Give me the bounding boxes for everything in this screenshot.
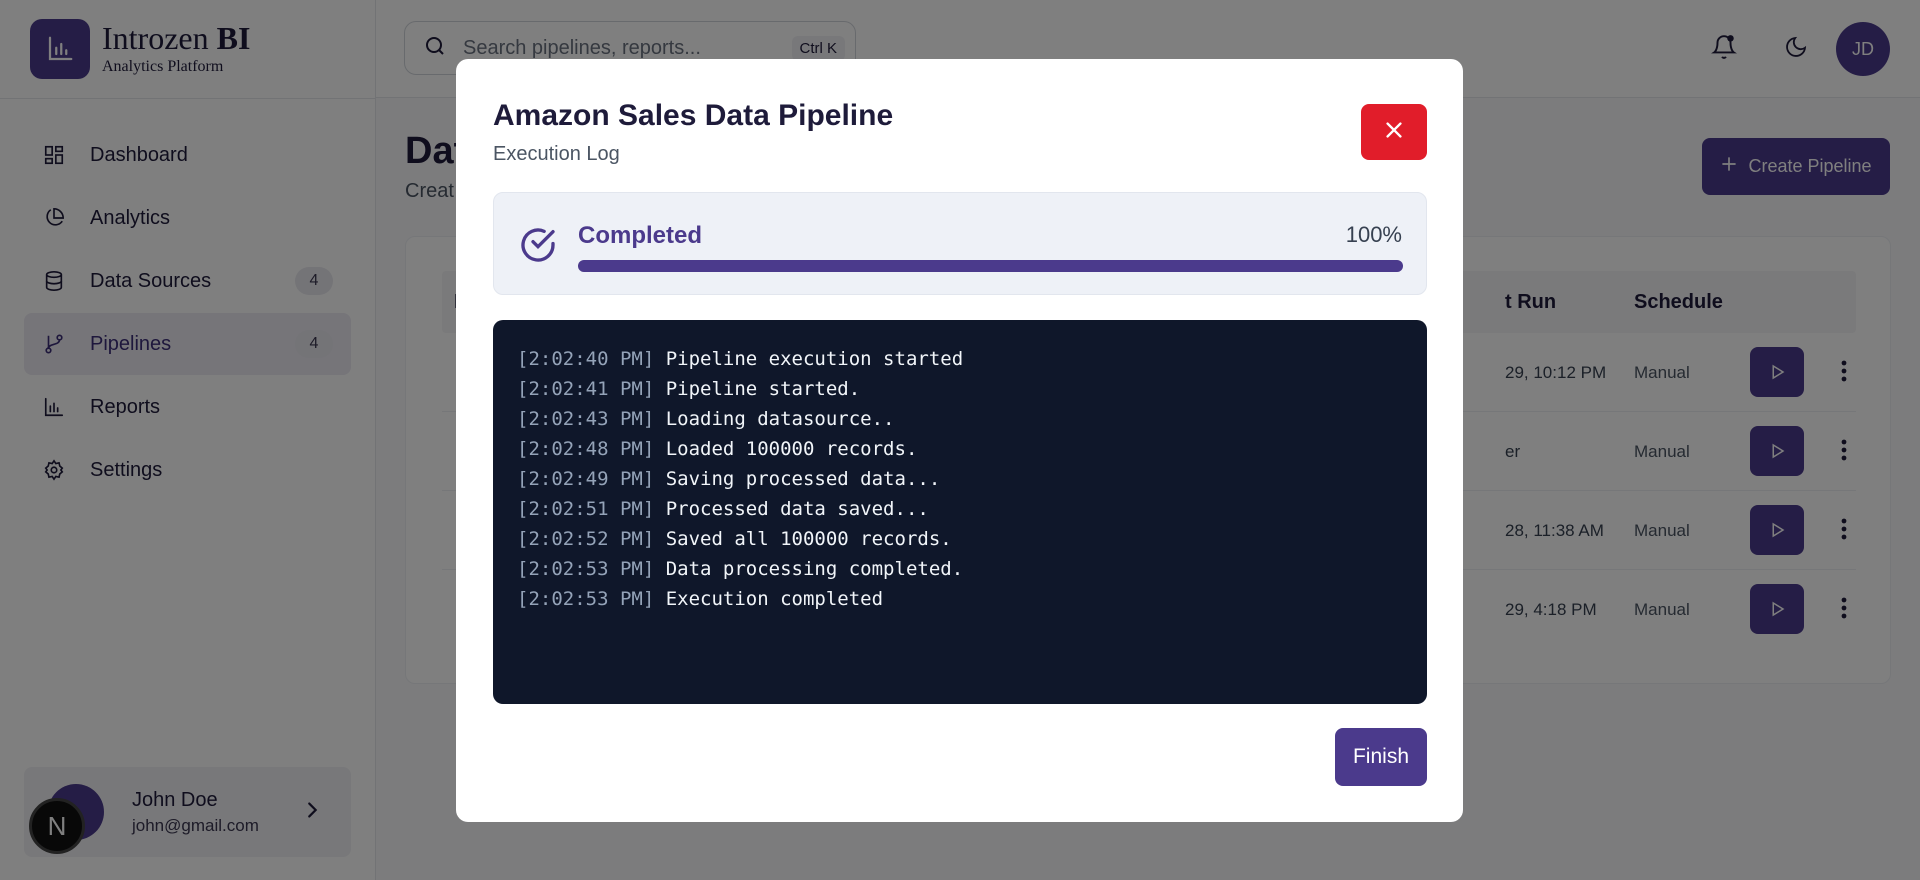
log-message: Processed data saved... xyxy=(654,498,929,520)
log-timestamp: [2:02:40 PM] xyxy=(517,348,655,370)
log-message: Pipeline execution started xyxy=(654,348,964,370)
status-label: Completed xyxy=(578,222,703,249)
log-line: [2:02:49 PM] Saving processed data... xyxy=(517,464,1427,494)
finish-button[interactable]: Finish xyxy=(1335,728,1427,786)
log-line: [2:02:48 PM] Loaded 100000 records. xyxy=(517,434,1427,464)
log-line: [2:02:53 PM] Execution completed xyxy=(517,584,1427,614)
log-timestamp: [2:02:53 PM] xyxy=(517,588,655,610)
close-icon xyxy=(1383,119,1405,146)
log-line: [2:02:40 PM] Pipeline execution started xyxy=(517,344,1427,374)
log-line: [2:02:51 PM] Processed data saved... xyxy=(517,494,1427,524)
log-timestamp: [2:02:48 PM] xyxy=(517,438,655,460)
log-line: [2:02:52 PM] Saved all 100000 records. xyxy=(517,524,1427,554)
log-message: Saved all 100000 records. xyxy=(654,528,952,550)
log-line: [2:02:43 PM] Loading datasource.. xyxy=(517,404,1427,434)
log-timestamp: [2:02:43 PM] xyxy=(517,408,655,430)
log-message: Execution completed xyxy=(654,588,884,610)
log-message: Saving processed data... xyxy=(654,468,941,490)
execution-log-modal: Amazon Sales Data Pipeline Execution Log… xyxy=(456,59,1463,822)
check-circle-icon xyxy=(518,225,558,265)
log-line: [2:02:53 PM] Data processing completed. xyxy=(517,554,1427,584)
log-message: Loaded 100000 records. xyxy=(654,438,918,460)
modal-subtitle: Execution Log xyxy=(493,143,620,165)
close-button[interactable] xyxy=(1361,104,1427,160)
modal-title: Amazon Sales Data Pipeline xyxy=(493,99,894,132)
log-timestamp: [2:02:52 PM] xyxy=(517,528,655,550)
progress-fill xyxy=(578,260,1403,272)
log-message: Pipeline started. xyxy=(654,378,861,400)
progress-percent: 100% xyxy=(1345,222,1402,247)
progress-bar xyxy=(578,260,1403,272)
log-message: Data processing completed. xyxy=(654,558,964,580)
status-panel: Completed 100% xyxy=(493,192,1427,295)
log-message: Loading datasource.. xyxy=(654,408,895,430)
log-timestamp: [2:02:53 PM] xyxy=(517,558,655,580)
log-timestamp: [2:02:49 PM] xyxy=(517,468,655,490)
log-timestamp: [2:02:41 PM] xyxy=(517,378,655,400)
log-timestamp: [2:02:51 PM] xyxy=(517,498,655,520)
log-line: [2:02:41 PM] Pipeline started. xyxy=(517,374,1427,404)
execution-log: [2:02:40 PM] Pipeline execution started[… xyxy=(493,320,1427,704)
